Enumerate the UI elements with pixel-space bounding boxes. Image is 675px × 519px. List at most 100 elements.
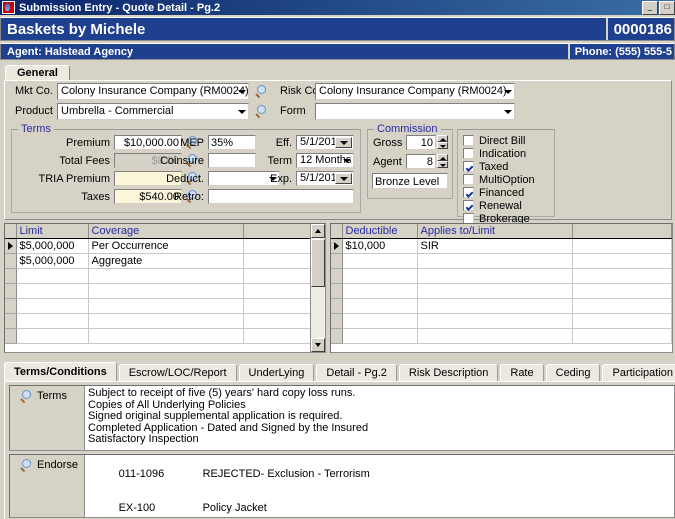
agent-commission-field[interactable]: 8 xyxy=(406,154,436,169)
cell-applies[interactable]: SIR xyxy=(417,238,573,254)
tab-risk-description[interactable]: Risk Description xyxy=(398,364,499,381)
terms-memo-text[interactable]: Subject to receipt of five (5) years' ha… xyxy=(84,386,674,450)
deductible-col-deductible[interactable]: Deductible xyxy=(342,224,418,239)
cell-deductible[interactable] xyxy=(342,283,418,299)
minimize-button[interactable]: _ xyxy=(642,1,658,15)
endorse-search-icon[interactable] xyxy=(20,459,33,472)
cell-limit[interactable] xyxy=(16,298,89,314)
deductible-grid[interactable]: Deductible Applies to/Limit $10,000 SIR xyxy=(330,223,673,353)
limits-grid-scrollbar[interactable] xyxy=(310,224,325,352)
table-row[interactable] xyxy=(5,268,325,284)
table-row[interactable]: $10,000 SIR xyxy=(331,238,672,254)
cell-limit[interactable] xyxy=(16,283,89,299)
cell-coverage[interactable]: Per Occurrence xyxy=(88,238,244,254)
scroll-down-button[interactable] xyxy=(311,338,325,352)
cell-deductible[interactable] xyxy=(342,328,418,344)
cell-applies[interactable] xyxy=(417,298,573,314)
cell-coverage[interactable] xyxy=(88,298,244,314)
flag-financed[interactable]: Financed xyxy=(463,186,535,199)
tab-underlying[interactable]: UnderLying xyxy=(238,364,315,381)
tab-general[interactable]: General xyxy=(5,65,70,81)
calendar-dropdown-icon[interactable] xyxy=(335,173,352,184)
agent-stepper-up[interactable] xyxy=(437,154,448,161)
retro-field[interactable] xyxy=(208,189,354,204)
tab-ceding[interactable]: Ceding xyxy=(545,364,601,381)
cell-applies[interactable] xyxy=(417,268,573,284)
tab-terms-conditions[interactable]: Terms/Conditions xyxy=(4,362,117,381)
maximize-button[interactable]: □ xyxy=(659,1,675,15)
table-row[interactable] xyxy=(5,283,325,299)
table-row[interactable] xyxy=(331,253,672,269)
cell-coverage[interactable]: Aggregate xyxy=(88,253,244,269)
deductible-col-applies[interactable]: Applies to/Limit xyxy=(417,224,573,239)
limits-col-coverage[interactable]: Coverage xyxy=(88,224,244,239)
flag-taxed[interactable]: Taxed xyxy=(463,160,535,173)
gross-stepper-up[interactable] xyxy=(437,135,448,142)
tab-detail-pg2[interactable]: Detail - Pg.2 xyxy=(316,364,397,381)
cell-coverage[interactable] xyxy=(88,313,244,329)
mep-field[interactable]: 35% xyxy=(208,135,256,150)
cell-coverage[interactable] xyxy=(88,328,244,344)
eff-date-combo[interactable]: 5/1/2012 xyxy=(296,135,354,150)
exp-date-combo[interactable]: 5/1/2013 xyxy=(296,171,354,186)
multioption-checkbox[interactable] xyxy=(463,174,474,185)
tab-participation[interactable]: Participation xyxy=(602,364,675,381)
table-row[interactable] xyxy=(331,313,672,329)
endorse-memo-text[interactable]: 011-1096 REJECTED- Exclusion - Terrorism … xyxy=(84,455,674,517)
term-combo[interactable]: 12 Months xyxy=(296,153,354,168)
table-row[interactable]: $5,000,000 Aggregate xyxy=(5,253,325,269)
product-combo[interactable]: Umbrella - Commercial xyxy=(57,103,249,120)
financed-checkbox[interactable] xyxy=(463,187,474,198)
scroll-up-button[interactable] xyxy=(311,224,325,238)
scrollbar-thumb[interactable] xyxy=(311,239,325,287)
flag-direct-bill[interactable]: Direct Bill xyxy=(463,134,535,147)
mkt-co-combo[interactable]: Colony Insurance Company (RM0024) xyxy=(57,83,249,100)
limits-col-limit[interactable]: Limit xyxy=(16,224,89,239)
cell-deductible[interactable]: $10,000 xyxy=(342,238,418,254)
tab-escrow-loc-report[interactable]: Escrow/LOC/Report xyxy=(118,364,237,381)
agent-stepper-down[interactable] xyxy=(437,161,448,168)
mkt-co-search-icon[interactable] xyxy=(255,85,268,98)
agent-commission-stepper[interactable] xyxy=(437,154,448,169)
cell-applies[interactable] xyxy=(417,328,573,344)
cell-limit[interactable]: $5,000,000 xyxy=(16,238,89,254)
cell-limit[interactable] xyxy=(16,268,89,284)
coinsure-field[interactable] xyxy=(208,153,256,168)
form-combo[interactable] xyxy=(315,103,515,120)
cell-deductible[interactable] xyxy=(342,298,418,314)
cell-limit[interactable] xyxy=(16,313,89,329)
cell-coverage[interactable] xyxy=(88,283,244,299)
taxed-checkbox[interactable] xyxy=(463,161,474,172)
table-row[interactable] xyxy=(5,313,325,329)
table-row[interactable] xyxy=(331,328,672,344)
cell-applies[interactable] xyxy=(417,313,573,329)
renewal-checkbox[interactable] xyxy=(463,200,474,211)
commission-level-field[interactable]: Bronze Level xyxy=(372,173,448,189)
gross-stepper-down[interactable] xyxy=(437,142,448,149)
table-row[interactable] xyxy=(331,268,672,284)
terms-search-icon[interactable] xyxy=(20,390,33,403)
table-row[interactable] xyxy=(5,328,325,344)
indication-checkbox[interactable] xyxy=(463,148,474,159)
flag-multioption[interactable]: MultiOption xyxy=(463,173,535,186)
table-row[interactable]: $5,000,000 Per Occurrence xyxy=(5,238,325,254)
table-row[interactable] xyxy=(331,283,672,299)
cell-applies[interactable] xyxy=(417,283,573,299)
product-search-icon[interactable] xyxy=(255,105,268,118)
table-row[interactable] xyxy=(5,298,325,314)
cell-deductible[interactable] xyxy=(342,268,418,284)
direct-bill-checkbox[interactable] xyxy=(463,135,474,146)
cell-deductible[interactable] xyxy=(342,253,418,269)
cell-deductible[interactable] xyxy=(342,313,418,329)
cell-limit[interactable] xyxy=(16,328,89,344)
cell-applies[interactable] xyxy=(417,253,573,269)
limits-grid[interactable]: Limit Coverage $5,000,000 Per Occurrence xyxy=(4,223,326,353)
tab-rate[interactable]: Rate xyxy=(500,364,544,381)
endorse-memo[interactable]: Endorse 011-1096 REJECTED- Exclusion - Te… xyxy=(9,454,675,518)
flag-indication[interactable]: Indication xyxy=(463,147,535,160)
table-row[interactable] xyxy=(331,298,672,314)
calendar-dropdown-icon[interactable] xyxy=(335,137,352,148)
window-controls[interactable]: _ □ xyxy=(642,1,675,15)
cell-limit[interactable]: $5,000,000 xyxy=(16,253,89,269)
gross-field[interactable]: 10 xyxy=(406,135,436,150)
